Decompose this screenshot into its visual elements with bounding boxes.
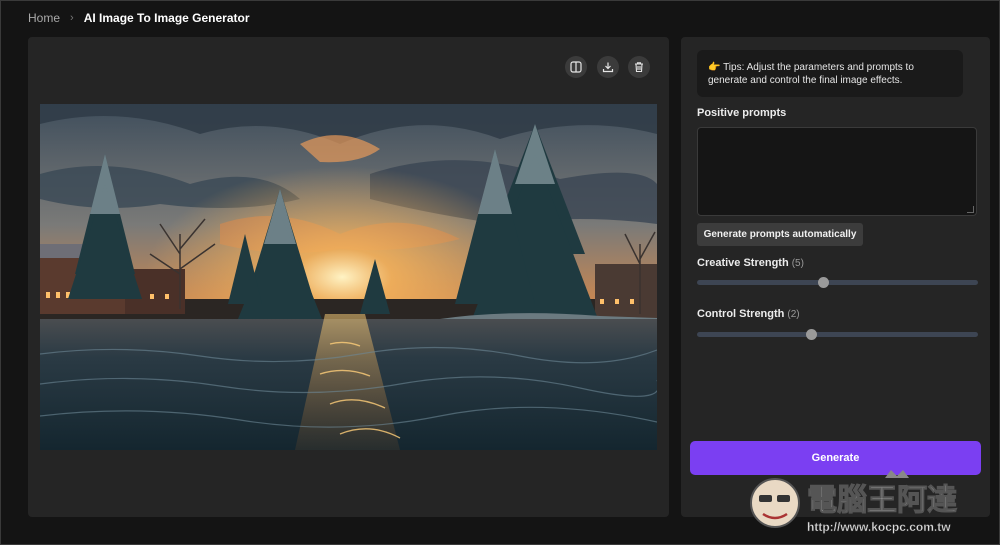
positive-prompts-field[interactable] (697, 127, 977, 216)
creative-strength-title: Creative Strength (697, 257, 789, 269)
control-strength-title: Control Strength (697, 308, 785, 320)
watermark-title: 電腦王阿達 (807, 483, 957, 518)
page-title: AI Image To Image Generator (83, 11, 250, 25)
creative-strength-value: (5) (791, 258, 804, 269)
trash-icon (635, 62, 643, 73)
breadcrumb: Home › AI Image To Image Generator (28, 10, 250, 26)
lake-sunset-image (40, 104, 657, 450)
creative-strength-label: Creative Strength (5) (697, 257, 804, 269)
control-strength-slider[interactable] (697, 329, 978, 340)
compare-button[interactable] (565, 56, 587, 78)
watermark-url: http://www.kocpc.com.tw (807, 520, 951, 534)
result-image (40, 104, 657, 450)
control-strength-label: Control Strength (2) (697, 308, 800, 320)
tips-message: Tips: Adjust the parameters and prompts … (708, 61, 914, 86)
download-button[interactable] (597, 56, 619, 78)
image-preview-panel (28, 37, 669, 517)
chevron-right-icon: › (70, 12, 74, 24)
breadcrumb-home-link[interactable]: Home (28, 11, 60, 25)
site-watermark-logo: 電腦王阿達 http://www.kocpc.com.tw (750, 470, 958, 534)
pointing-hand-icon: 👉 (708, 61, 721, 73)
tips-box: 👉 Tips: Adjust the parameters and prompt… (697, 50, 963, 97)
split-view-icon (570, 61, 582, 73)
download-icon (602, 62, 614, 73)
creative-strength-slider[interactable] (697, 277, 978, 288)
control-strength-value: (2) (787, 309, 800, 320)
tips-text: 👉 Tips: Adjust the parameters and prompt… (708, 61, 956, 87)
positive-prompts-input[interactable] (698, 128, 976, 215)
positive-prompts-label: Positive prompts (697, 107, 787, 119)
control-strength-slider-thumb[interactable] (805, 329, 817, 340)
creative-strength-slider-thumb[interactable] (818, 277, 830, 288)
resize-handle-icon[interactable] (967, 206, 974, 213)
generate-prompts-button[interactable]: Generate prompts automatically (697, 223, 863, 246)
settings-panel: 👉 Tips: Adjust the parameters and prompt… (681, 37, 990, 517)
delete-button[interactable] (628, 56, 650, 78)
